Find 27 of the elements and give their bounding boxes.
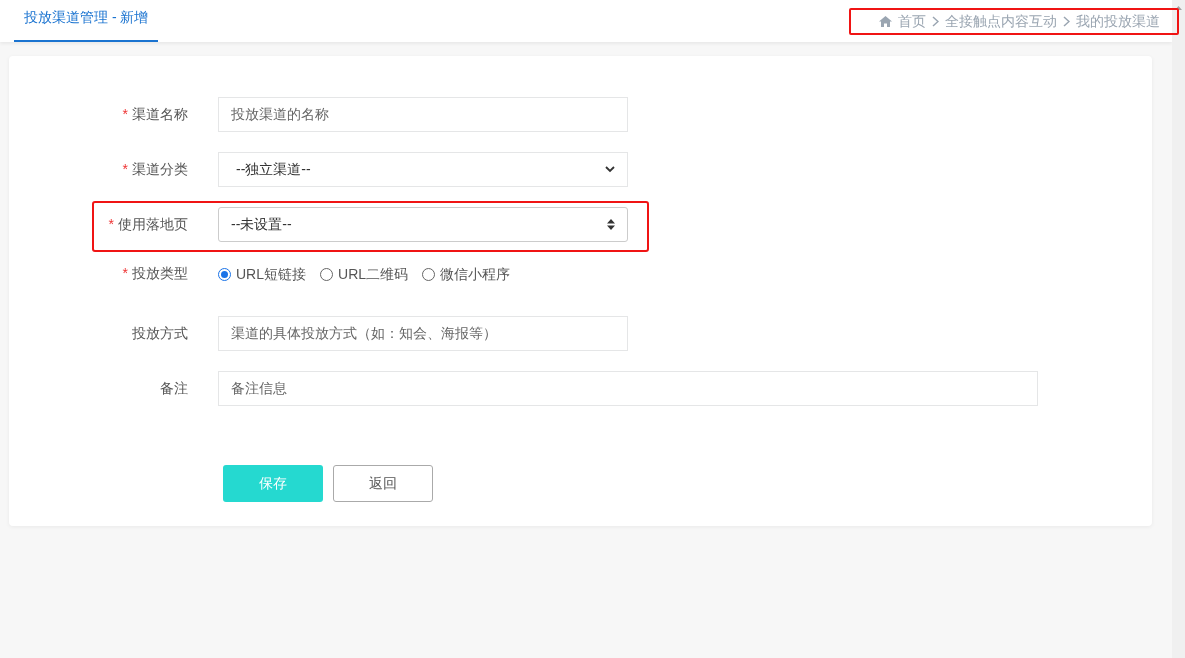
- scroll-up-icon[interactable]: [1175, 6, 1182, 10]
- chevron-down-icon: [605, 165, 615, 173]
- radio-label[interactable]: URL二维码: [338, 264, 409, 285]
- field-label: 投放方式: [132, 323, 188, 343]
- required-mark: *: [122, 159, 128, 179]
- radio-label[interactable]: 微信小程序: [440, 264, 511, 285]
- field-label: 渠道名称: [132, 104, 188, 124]
- required-mark: *: [108, 214, 114, 234]
- scrollbar[interactable]: [1172, 0, 1185, 658]
- text-field[interactable]: 备注信息: [218, 370, 1038, 406]
- back-button[interactable]: 返回: [333, 465, 433, 502]
- text-field[interactable]: 投放渠道的名称: [218, 96, 628, 132]
- field-label: 使用落地页: [118, 214, 188, 234]
- field-label: 渠道分类: [132, 159, 188, 179]
- field-label: 备注: [160, 378, 188, 398]
- page-tab[interactable]: 投放渠道管理 - 新增: [14, 7, 159, 42]
- select-field[interactable]: --未设置--: [218, 206, 628, 242]
- required-mark: *: [122, 104, 128, 124]
- text-field[interactable]: 渠道的具体投放方式（如：知会、海报等）: [218, 315, 628, 351]
- radio-label[interactable]: URL短链接: [236, 264, 306, 285]
- field-label: 投放类型: [132, 264, 188, 283]
- select-field[interactable]: --独立渠道--: [218, 151, 628, 187]
- required-mark: *: [122, 264, 128, 283]
- chevron-right-icon: [932, 15, 939, 27]
- home-icon: [879, 15, 892, 27]
- sort-icon: [607, 218, 615, 230]
- chevron-right-icon: [1063, 15, 1070, 27]
